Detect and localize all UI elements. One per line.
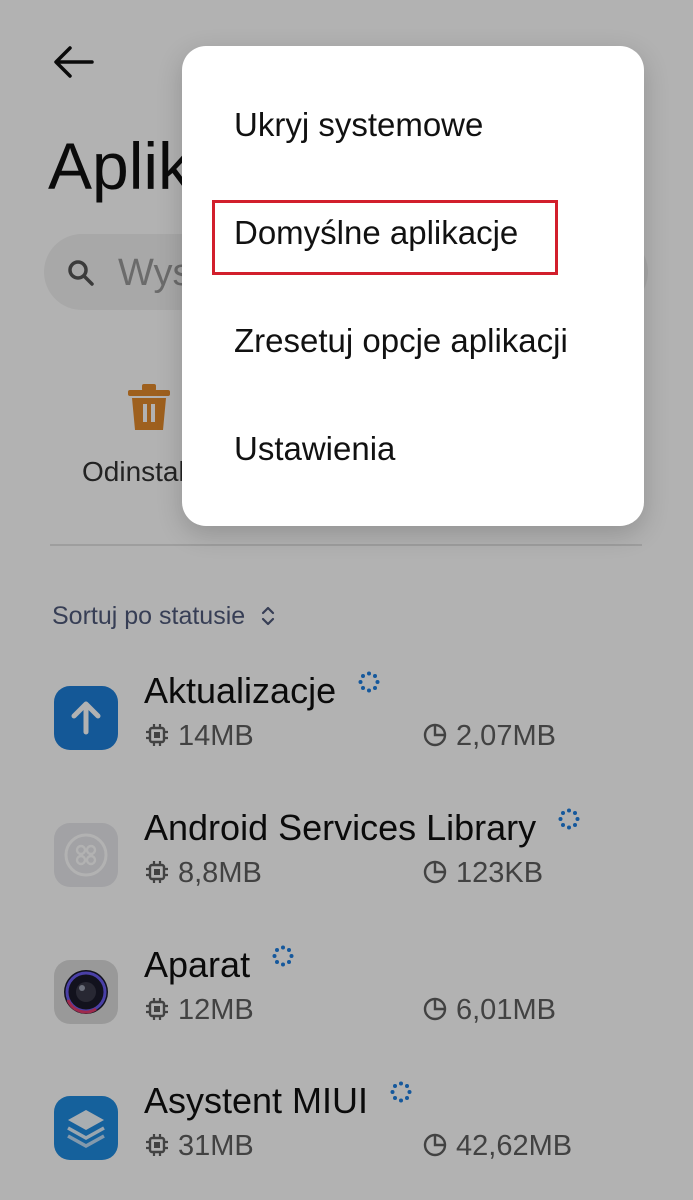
menu-item-settings[interactable]: Ustawienia — [234, 430, 395, 468]
menu-item-hide-system[interactable]: Ukryj systemowe — [234, 106, 483, 144]
menu-item-reset-app-options[interactable]: Zresetuj opcje aplikacji — [234, 322, 568, 360]
overflow-menu: Ukryj systemowe Domyślne aplikacje Zrese… — [182, 46, 644, 526]
menu-item-default-apps[interactable]: Domyślne aplikacje — [234, 214, 518, 252]
